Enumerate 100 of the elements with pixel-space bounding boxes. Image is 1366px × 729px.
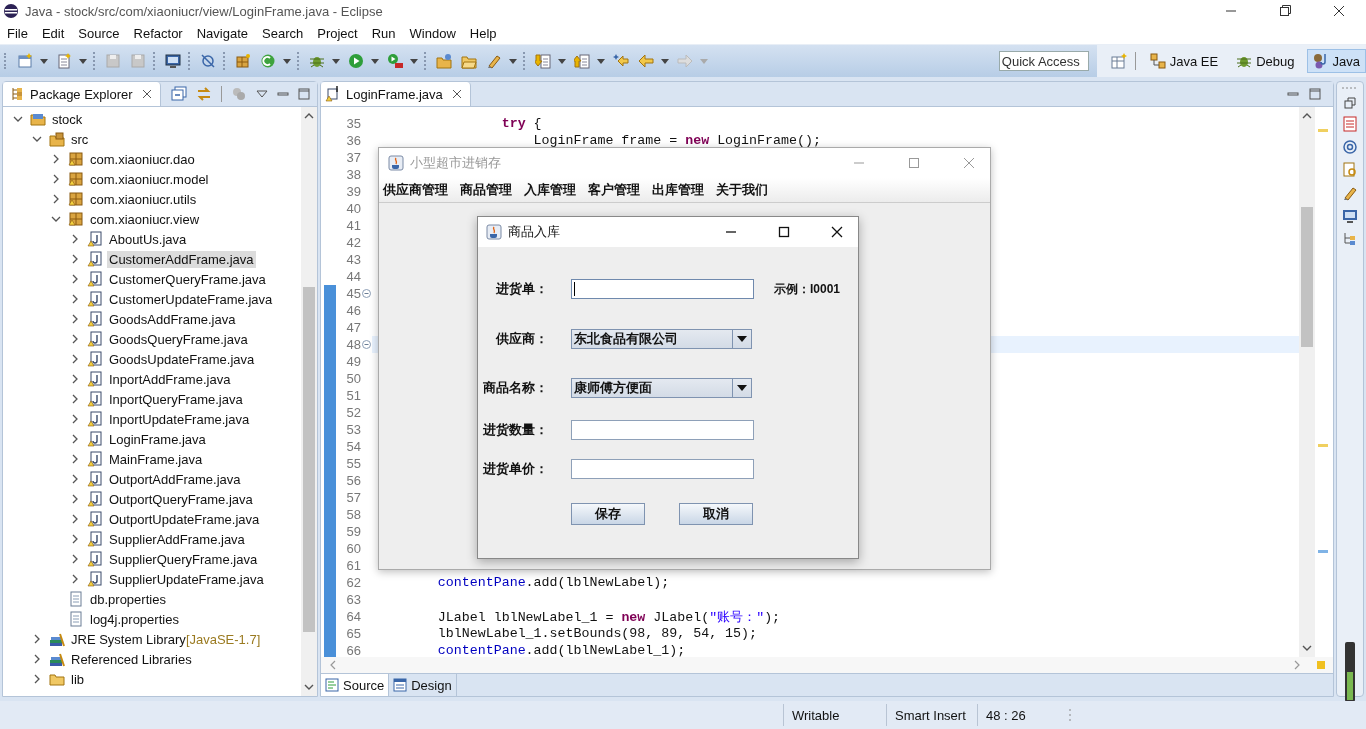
at-sign-icon[interactable] — [1342, 139, 1358, 155]
open-perspective-icon[interactable] — [1110, 53, 1127, 69]
expand-chevron-icon[interactable] — [51, 194, 61, 204]
caret-icon[interactable] — [661, 58, 669, 64]
dropdown[interactable]: 康师傅方便面 — [571, 378, 752, 398]
tree-item[interactable]: SupplierQueryFrame.java — [107, 550, 260, 568]
menu-item[interactable]: 关于我们 — [716, 181, 768, 199]
caret-icon[interactable] — [597, 58, 605, 64]
arrow-star-icon[interactable] — [613, 53, 629, 69]
play-icon[interactable] — [348, 53, 364, 69]
monitor-icon[interactable] — [165, 53, 181, 69]
new-window-icon[interactable] — [17, 53, 33, 69]
dropdown[interactable]: 东北食品有限公司 — [571, 329, 752, 349]
tree-item[interactable]: log4j.properties — [88, 610, 181, 628]
caret-icon[interactable] — [40, 58, 48, 64]
tree-item[interactable]: JRE System Library[JavaSE-1.7] — [69, 630, 263, 648]
expand-chevron-icon[interactable] — [70, 234, 80, 244]
tree-item[interactable]: CustomerAddFrame.java — [107, 250, 256, 268]
expand-chevron-icon[interactable] — [32, 634, 42, 644]
maximize-icon[interactable] — [778, 226, 790, 238]
tree-item[interactable]: OutportQueryFrame.java — [107, 490, 255, 508]
folder-globe-icon[interactable] — [436, 53, 452, 69]
expand-chevron-icon[interactable] — [70, 254, 80, 264]
pen-icon[interactable] — [486, 53, 502, 69]
tree-item[interactable]: SupplierAddFrame.java — [107, 530, 247, 548]
perspective-button[interactable]: Debug — [1230, 49, 1301, 73]
expand-chevron-icon[interactable] — [70, 374, 80, 384]
tree-item[interactable]: Referenced Libraries — [69, 650, 194, 668]
expand-chevron-icon[interactable] — [70, 474, 80, 484]
scroll-down-icon[interactable] — [304, 683, 314, 691]
maximize-icon[interactable] — [1279, 5, 1291, 17]
input-field[interactable] — [571, 420, 754, 440]
expand-chevron-icon[interactable] — [70, 414, 80, 424]
tree-item[interactable]: stock — [50, 110, 85, 128]
tree-nodes-icon[interactable] — [1342, 231, 1358, 247]
crossed-circle-icon[interactable] — [200, 53, 216, 69]
close-icon[interactable] — [831, 226, 843, 238]
collapse-chevron-icon[interactable] — [13, 114, 23, 124]
editor-tab[interactable]: LoginFrame.java — [321, 82, 471, 106]
menu-item[interactable]: 客户管理 — [588, 181, 640, 199]
folder-open-icon[interactable] — [461, 53, 477, 69]
tree-item[interactable]: InportQueryFrame.java — [107, 390, 245, 408]
new-page-icon[interactable] — [56, 53, 72, 69]
scrollbar-thumb[interactable] — [1301, 207, 1313, 347]
menu-item[interactable]: File — [1, 25, 34, 41]
tree-item[interactable]: com.xiaoniucr.view — [88, 210, 202, 228]
menu-item[interactable]: Source — [72, 25, 126, 41]
restore-icon[interactable] — [1344, 97, 1356, 109]
expand-chevron-icon[interactable] — [70, 434, 80, 444]
expand-chevron-icon[interactable] — [70, 574, 80, 584]
collapse-chevron-icon[interactable] — [32, 134, 42, 144]
arrow-up-page-icon[interactable] — [574, 53, 590, 69]
perspective-button[interactable]: Java EE — [1143, 49, 1225, 73]
tree-item[interactable]: src — [69, 130, 91, 148]
menu-item[interactable]: 商品管理 — [460, 181, 512, 199]
warning-marker[interactable] — [1318, 444, 1328, 447]
scroll-right-icon[interactable] — [1293, 660, 1301, 670]
input-field[interactable] — [571, 459, 754, 479]
tree-item[interactable]: CustomerQueryFrame.java — [107, 270, 268, 288]
tree-item[interactable]: com.xiaoniucr.dao — [88, 150, 197, 168]
cancel-button[interactable]: 取消 — [679, 503, 753, 525]
collapse-icon[interactable] — [362, 289, 371, 298]
expand-chevron-icon[interactable] — [70, 394, 80, 404]
tree-item[interactable]: CustomerUpdateFrame.java — [107, 290, 275, 308]
menu-item[interactable]: Search — [256, 25, 310, 41]
menu-item[interactable]: 出库管理 — [652, 181, 704, 199]
expand-chevron-icon[interactable] — [70, 534, 80, 544]
expand-chevron-icon[interactable] — [70, 554, 80, 564]
occurrence-marker[interactable] — [1318, 550, 1328, 553]
tree-item[interactable]: db.properties — [88, 590, 168, 608]
view-tab[interactable]: Package Explorer — [3, 82, 161, 106]
save-button[interactable]: 保存 — [571, 503, 645, 525]
scroll-left-icon[interactable] — [329, 660, 337, 670]
expand-chevron-icon[interactable] — [70, 494, 80, 504]
input-field[interactable] — [571, 279, 754, 299]
expand-chevron-icon[interactable] — [32, 654, 42, 664]
tree-item[interactable]: com.xiaoniucr.model — [88, 170, 211, 188]
perspective-button[interactable]: Java — [1306, 49, 1366, 73]
caret-icon[interactable] — [410, 58, 418, 64]
menu-item[interactable]: 供应商管理 — [383, 181, 448, 199]
caret-icon[interactable] — [509, 58, 517, 64]
tree-item[interactable]: InportAddFrame.java — [107, 370, 233, 388]
tree-item[interactable]: SupplierUpdateFrame.java — [107, 570, 266, 588]
close-icon[interactable] — [1333, 5, 1345, 17]
menu-item[interactable]: Refactor — [127, 25, 189, 41]
collapse-chevron-icon[interactable] — [51, 214, 61, 224]
scroll-down-icon[interactable] — [1302, 644, 1312, 652]
expand-chevron-icon[interactable] — [32, 674, 42, 684]
tree-item[interactable]: GoodsUpdateFrame.java — [107, 350, 257, 368]
expand-chevron-icon[interactable] — [70, 294, 80, 304]
editor-mode-tab[interactable]: Source — [321, 674, 390, 696]
collapse-icon[interactable] — [362, 340, 371, 349]
menu-item[interactable]: Run — [365, 25, 402, 41]
tree-item[interactable]: OutportAddFrame.java — [107, 470, 243, 488]
tree-item[interactable]: lib — [69, 670, 86, 688]
tree-item[interactable]: com.xiaoniucr.utils — [88, 190, 199, 208]
close-icon[interactable] — [141, 89, 152, 99]
caret-icon[interactable] — [283, 58, 291, 64]
tree-item[interactable]: OutportUpdateFrame.java — [107, 510, 262, 528]
caret-icon[interactable] — [79, 58, 87, 64]
